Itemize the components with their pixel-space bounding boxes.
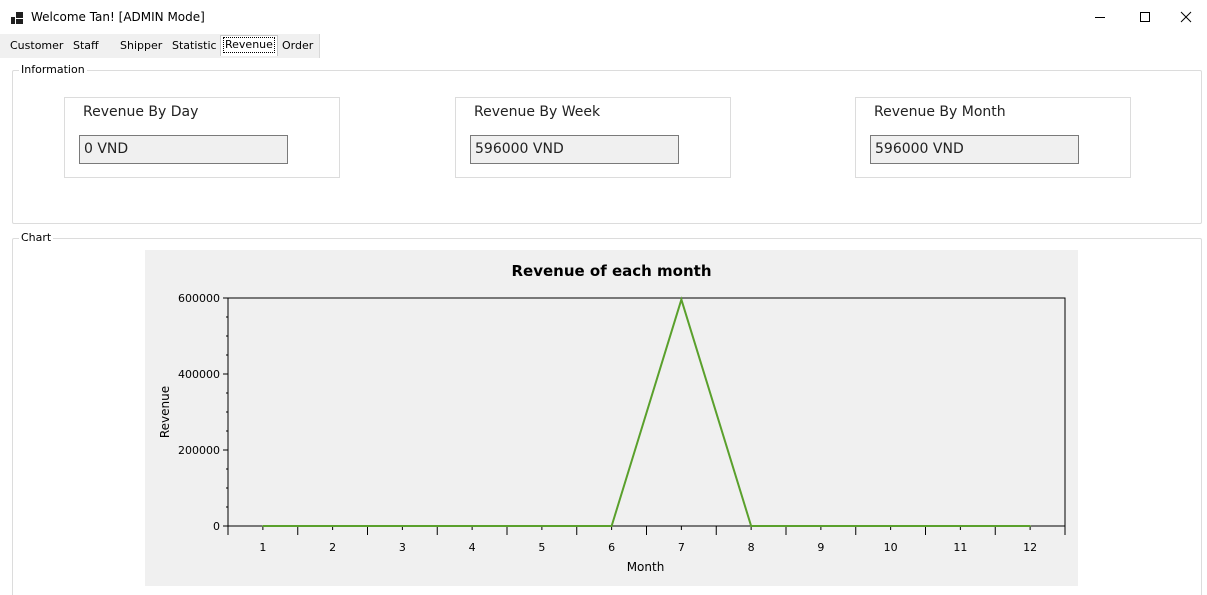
y-tick-label: 0 bbox=[213, 520, 220, 533]
minimize-button[interactable] bbox=[1077, 0, 1123, 34]
revenue-by-month-panel: Revenue By Month 596000 VND bbox=[855, 97, 1131, 178]
series-line bbox=[262, 296, 1031, 527]
tab-revenue[interactable]: Revenue bbox=[220, 35, 278, 56]
data-point bbox=[959, 525, 962, 527]
x-axis-label: Month bbox=[627, 560, 665, 574]
tab-staff[interactable]: Staff bbox=[71, 38, 101, 56]
y-axis-label: Revenue bbox=[158, 386, 172, 438]
minimize-icon bbox=[1095, 17, 1105, 18]
data-point bbox=[750, 525, 752, 527]
data-point bbox=[820, 525, 822, 527]
data-point bbox=[541, 525, 543, 527]
chart-legend: Chart bbox=[19, 231, 54, 244]
x-tick-label: 12 bbox=[1023, 541, 1037, 554]
close-icon bbox=[1180, 11, 1192, 23]
x-tick-label: 3 bbox=[399, 541, 406, 554]
maximize-icon bbox=[1140, 12, 1150, 22]
tab-order[interactable]: Order bbox=[280, 38, 315, 56]
revenue-by-day-label: Revenue By Day bbox=[83, 104, 199, 120]
data-point bbox=[262, 525, 264, 527]
revenue-by-day-field[interactable]: 0 VND bbox=[79, 135, 288, 164]
y-tick-label: 600000 bbox=[178, 292, 220, 305]
window-title: Welcome Tan! [ADMIN Mode] bbox=[31, 10, 205, 24]
x-tick-label: 6 bbox=[608, 541, 615, 554]
revenue-chart: Revenue of each month 0 200000 400000 60000… bbox=[145, 250, 1078, 586]
revenue-by-month-field[interactable]: 596000 VND bbox=[870, 135, 1079, 164]
app-icon bbox=[11, 12, 23, 24]
x-tick-label: 4 bbox=[469, 541, 476, 554]
x-tick-label: 9 bbox=[817, 541, 824, 554]
chart-plot: 02000004000006000001 2 3 4 5 6 7 8 9 10 11 12MonthR… bbox=[158, 292, 1066, 574]
x-tick-label: 2 bbox=[329, 541, 336, 554]
information-legend: Information bbox=[19, 63, 87, 76]
revenue-by-month-label: Revenue By Month bbox=[874, 104, 1006, 120]
data-point bbox=[889, 525, 892, 527]
x-tick-label: 11 bbox=[953, 541, 967, 554]
data-point bbox=[471, 525, 473, 527]
y-tick-label: 400000 bbox=[178, 368, 220, 381]
title-bar[interactable]: Welcome Tan! [ADMIN Mode] bbox=[0, 0, 1207, 34]
tab-customer[interactable]: Customer bbox=[8, 38, 65, 56]
x-tick-label: 8 bbox=[748, 541, 755, 554]
maximize-button[interactable] bbox=[1122, 0, 1168, 34]
y-tick-label: 200000 bbox=[178, 444, 220, 457]
data-point bbox=[401, 525, 404, 527]
data-point bbox=[610, 525, 613, 527]
tab-strip: Customer Staff Shipper Statistic Revenue… bbox=[0, 34, 1207, 58]
data-point bbox=[1029, 525, 1031, 527]
tab-revenue-label: Revenue bbox=[223, 37, 275, 53]
x-tick-label: 1 bbox=[259, 541, 266, 554]
x-tick-label: 10 bbox=[884, 541, 898, 554]
revenue-by-day-panel: Revenue By Day 0 VND bbox=[64, 97, 340, 178]
revenue-by-week-panel: Revenue By Week 596000 VND bbox=[455, 97, 731, 178]
x-tick-label: 5 bbox=[538, 541, 545, 554]
data-point bbox=[680, 298, 683, 301]
tab-shipper[interactable]: Shipper bbox=[118, 38, 164, 56]
revenue-by-week-field[interactable]: 596000 VND bbox=[470, 135, 679, 164]
close-button[interactable] bbox=[1163, 0, 1207, 34]
data-point bbox=[331, 525, 334, 527]
revenue-by-week-label: Revenue By Week bbox=[474, 104, 601, 120]
x-tick-label: 7 bbox=[678, 541, 685, 554]
tab-statistic[interactable]: Statistic bbox=[170, 38, 219, 56]
